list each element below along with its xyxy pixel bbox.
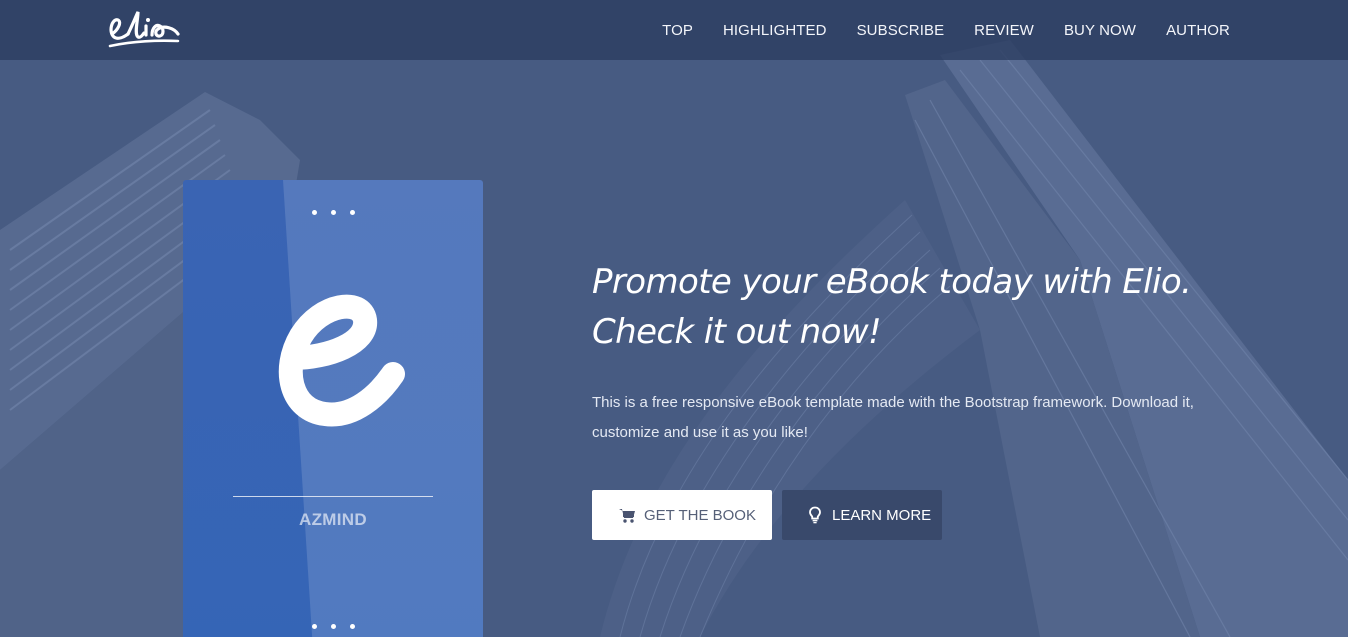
learn-more-label: LEARN MORE (832, 506, 932, 524)
nav-item-highlighted[interactable]: HIGHLIGHTED (723, 22, 827, 39)
hero-headline-line-2: Check it out now! (592, 312, 882, 352)
nav-item-top[interactable]: TOP (662, 22, 693, 39)
nav-item-subscribe[interactable]: SUBSCRIBE (857, 22, 945, 39)
nav-item-buy-now[interactable]: BUY NOW (1064, 22, 1136, 39)
cover-divider (233, 496, 433, 497)
hero-description-line-2: customize and use it as you like! (592, 424, 808, 441)
ebook-cover: AZMIND (183, 180, 483, 637)
cover-author-name: AZMIND (299, 510, 367, 529)
hero-description: This is a free responsive eBook template… (592, 388, 1252, 448)
get-the-book-button[interactable]: GET THE BOOK (592, 490, 772, 540)
hero-headline-line-1: Promote your eBook today with Elio. (592, 262, 1192, 302)
nav-menu: TOP HIGHLIGHTED SUBSCRIBE REVIEW BUY NOW… (632, 0, 1230, 60)
learn-more-button[interactable]: LEARN MORE (782, 490, 942, 540)
nav-item-author[interactable]: AUTHOR (1166, 22, 1230, 39)
hero-headline: Promote your eBook today with Elio. Chec… (592, 257, 1252, 357)
cart-icon (619, 509, 635, 523)
top-navbar: TOP HIGHLIGHTED SUBSCRIBE REVIEW BUY NOW… (0, 0, 1348, 60)
cover-dots-bottom (183, 624, 483, 629)
lightbulb-icon (809, 506, 821, 524)
nav-item-review[interactable]: REVIEW (974, 22, 1034, 39)
hero-description-line-1: This is a free responsive eBook template… (592, 394, 1194, 411)
cover-dots-top (183, 210, 483, 215)
elio-logo[interactable] (104, 4, 184, 54)
get-the-book-label: GET THE BOOK (644, 506, 756, 524)
cover-letter-e-icon (278, 294, 405, 427)
